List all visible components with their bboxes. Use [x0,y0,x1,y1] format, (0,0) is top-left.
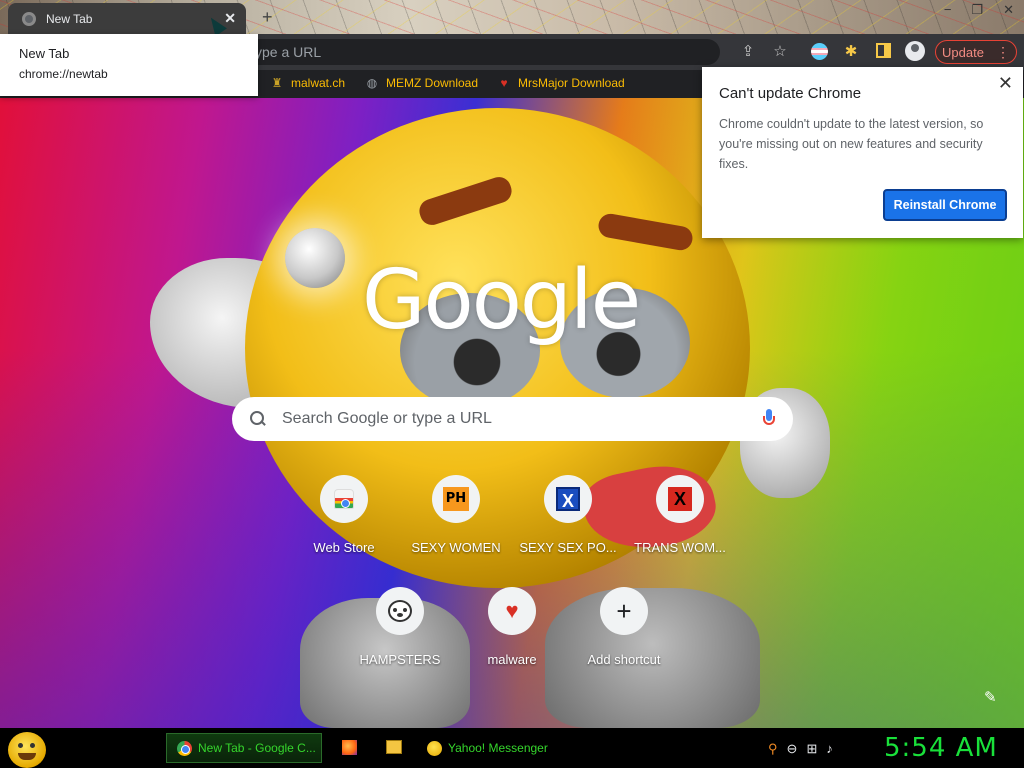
update-error-dialog: ✕ Can't update Chrome Chrome couldn't up… [702,67,1023,238]
firefox-icon[interactable] [342,740,357,755]
customize-pencil-icon[interactable]: ✎ [984,688,1000,706]
menu-dots-icon: ⋮ [995,43,1010,60]
heart-icon: ♥ [505,598,519,623]
shortcut-icon-circle: PH [432,475,480,523]
trans-flag-extension-icon[interactable] [811,43,828,60]
close-window-button[interactable]: ✕ [1003,2,1014,18]
profile-avatar-icon[interactable] [905,41,925,61]
add-shortcut-button[interactable]: + Add shortcut [568,587,680,667]
bookmark-malwat[interactable]: ♜ malwat.ch [270,76,345,90]
taskbar: New Tab - Google C... Yahoo! Messenger [0,728,1024,768]
bookmark-memz[interactable]: ◍ MEMZ Download [365,76,478,90]
search-icon[interactable]: ⚲ [768,741,778,757]
x-blue-icon: X [556,487,580,511]
heart-icon: ♥ [500,76,508,90]
voice-search-icon[interactable] [763,409,775,429]
tab-title: New Tab [46,11,93,26]
update-button[interactable]: Update ⋮ [935,40,1017,64]
shortcut-icon-circle: X [656,475,704,523]
tooltip-url: chrome://newtab [19,67,108,81]
tab-strip: New Tab ✕ + − ❐ ✕ [0,0,1024,34]
shortcut-web-store[interactable]: Web Store [288,475,400,555]
extensions-puzzle-icon[interactable]: ✱ [842,42,860,60]
shortcut-malware[interactable]: ♥ malware [456,587,568,667]
shortcut-icon-circle: ♥ [488,587,536,635]
taskbar-item-chrome[interactable]: New Tab - Google C... [166,733,322,763]
network-icon[interactable]: ⊞ [806,741,817,757]
taskbar-clock[interactable]: 5:54 AM [884,733,998,763]
shortcut-label: HAMPSTERS [359,652,441,667]
emoji-microphone-image [285,228,345,288]
volume-icon[interactable]: ♪ [826,741,833,757]
close-icon[interactable]: ✕ [998,73,1013,94]
bookmark-label: malwat.ch [291,76,346,90]
taskbar-item-yahoo[interactable]: Yahoo! Messenger [417,733,575,763]
dialog-body: Chrome couldn't update to the latest ver… [719,117,984,171]
taskbar-item-label: Yahoo! Messenger [448,741,548,755]
side-panel-icon[interactable] [876,43,891,58]
minimize-button[interactable]: − [944,2,952,18]
shortcut-sexy-sex-po[interactable]: X SEXY SEX PO... [512,475,624,555]
folder-icon[interactable] [386,740,402,754]
hamster-icon [388,600,412,622]
update-label: Update [942,44,984,60]
ph-logo-icon: PH [443,487,469,511]
shortcut-label: Web Store [313,540,375,555]
google-logo: Google [362,253,641,348]
bookmark-mrsmajor[interactable]: ♥ MrsMajor Download [497,76,625,90]
shortcut-icon-circle [376,587,424,635]
search-input[interactable]: Search Google or type a URL [232,397,793,441]
bookmark-label: MEMZ Download [386,76,479,90]
shortcut-sexy-women[interactable]: PH SEXY WOMEN [400,475,512,555]
shortcut-label: TRANS WOM... [634,540,726,555]
shortcut-hampsters[interactable]: HAMPSTERS [344,587,456,667]
system-tray: ⚲ ⊖ ⊞ ♪ [768,741,833,757]
shortcut-label: SEXY WOMEN [411,540,501,555]
tab-hover-tooltip: New Tab chrome://newtab [0,34,258,96]
chrome-icon [177,740,192,756]
tray-status-icon[interactable]: ⊖ [787,741,798,757]
new-tab-button[interactable]: + [262,7,273,28]
shortcut-label: Add shortcut [587,652,661,667]
search-icon [250,411,266,427]
shortcut-trans-wom[interactable]: X TRANS WOM... [624,475,736,555]
dialog-heading: Can't update Chrome [719,85,862,102]
shortcut-label: malware [487,652,537,667]
chess-rook-icon: ♜ [271,76,283,90]
shortcut-icon-circle: + [600,587,648,635]
chrome-favicon-icon [22,11,36,26]
taskbar-item-label: New Tab - Google C... [198,741,316,755]
maximize-button[interactable]: ❐ [971,2,983,18]
start-smiley-button[interactable] [8,732,46,768]
plus-icon: + [616,596,632,626]
globe-icon: ◍ [366,76,378,90]
tooltip-title: New Tab [19,46,70,61]
shortcut-icon-circle [320,475,368,523]
shortcut-label: SEXY SEX PO... [519,540,617,555]
bookmark-label: MrsMajor Download [518,76,625,90]
share-icon[interactable]: ⇪ [738,42,758,62]
x-red-icon: X [668,487,692,511]
shortcut-icon-circle: X [544,475,592,523]
reinstall-chrome-button[interactable]: Reinstall Chrome [883,189,1007,221]
yahoo-smiley-icon [427,740,442,756]
tab-close-icon[interactable]: ✕ [224,10,236,27]
search-placeholder: Search Google or type a URL [282,410,492,427]
bookmark-star-icon[interactable]: ☆ [770,42,790,62]
chrome-web-store-icon [334,489,354,509]
window-controls: − ❐ ✕ [944,2,1014,18]
